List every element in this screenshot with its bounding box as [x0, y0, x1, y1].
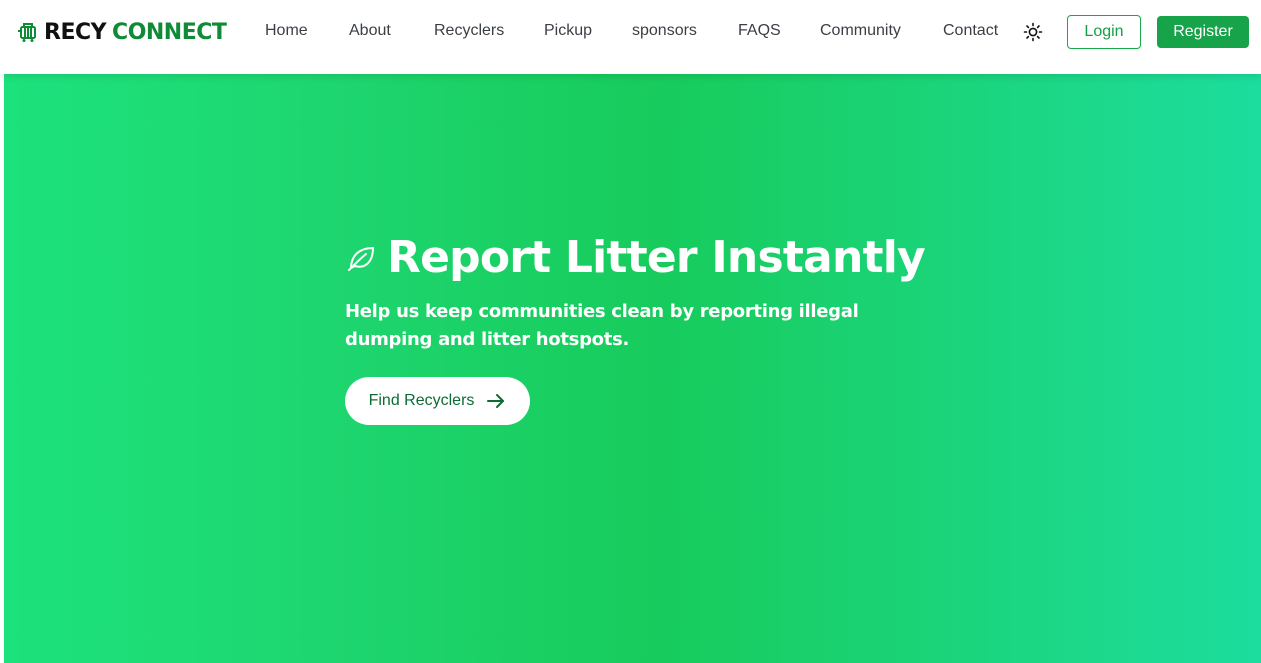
- hero-title: Report Litter Instantly: [345, 232, 926, 283]
- nav-link-home[interactable]: Home: [265, 22, 308, 40]
- login-button[interactable]: Login: [1067, 15, 1141, 49]
- brand-name-part2: CONNECT: [112, 19, 227, 45]
- sun-icon: [1023, 22, 1043, 42]
- nav-link-recyclers[interactable]: Recyclers: [434, 22, 504, 40]
- nav-link-pickup[interactable]: Pickup: [544, 22, 592, 40]
- theme-toggle-button[interactable]: [1022, 21, 1044, 43]
- nav-link-contact[interactable]: Contact: [943, 22, 998, 40]
- navbar: RECY CONNECT Home About Recyclers Pickup…: [0, 0, 1261, 74]
- arrow-right-icon: [486, 391, 506, 411]
- brand-name-part1: RECY: [44, 19, 107, 45]
- find-recyclers-label: Find Recyclers: [368, 392, 475, 409]
- nav-link-community[interactable]: Community: [820, 22, 901, 40]
- hero-subtitle: Help us keep communities clean by report…: [345, 301, 859, 350]
- hero-section: Report Litter Instantly Help us keep com…: [4, 74, 1261, 663]
- register-button[interactable]: Register: [1157, 16, 1249, 48]
- hero-title-text: Report Litter Instantly: [387, 232, 926, 283]
- nav-link-sponsors[interactable]: sponsors: [632, 22, 697, 40]
- nav-link-about[interactable]: About: [349, 22, 391, 40]
- recycle-cart-icon: [17, 21, 39, 43]
- nav-link-faqs[interactable]: FAQS: [738, 22, 781, 40]
- leaf-icon: [345, 242, 377, 274]
- brand-logo[interactable]: RECY CONNECT: [17, 18, 227, 46]
- find-recyclers-button[interactable]: Find Recyclers: [345, 377, 530, 425]
